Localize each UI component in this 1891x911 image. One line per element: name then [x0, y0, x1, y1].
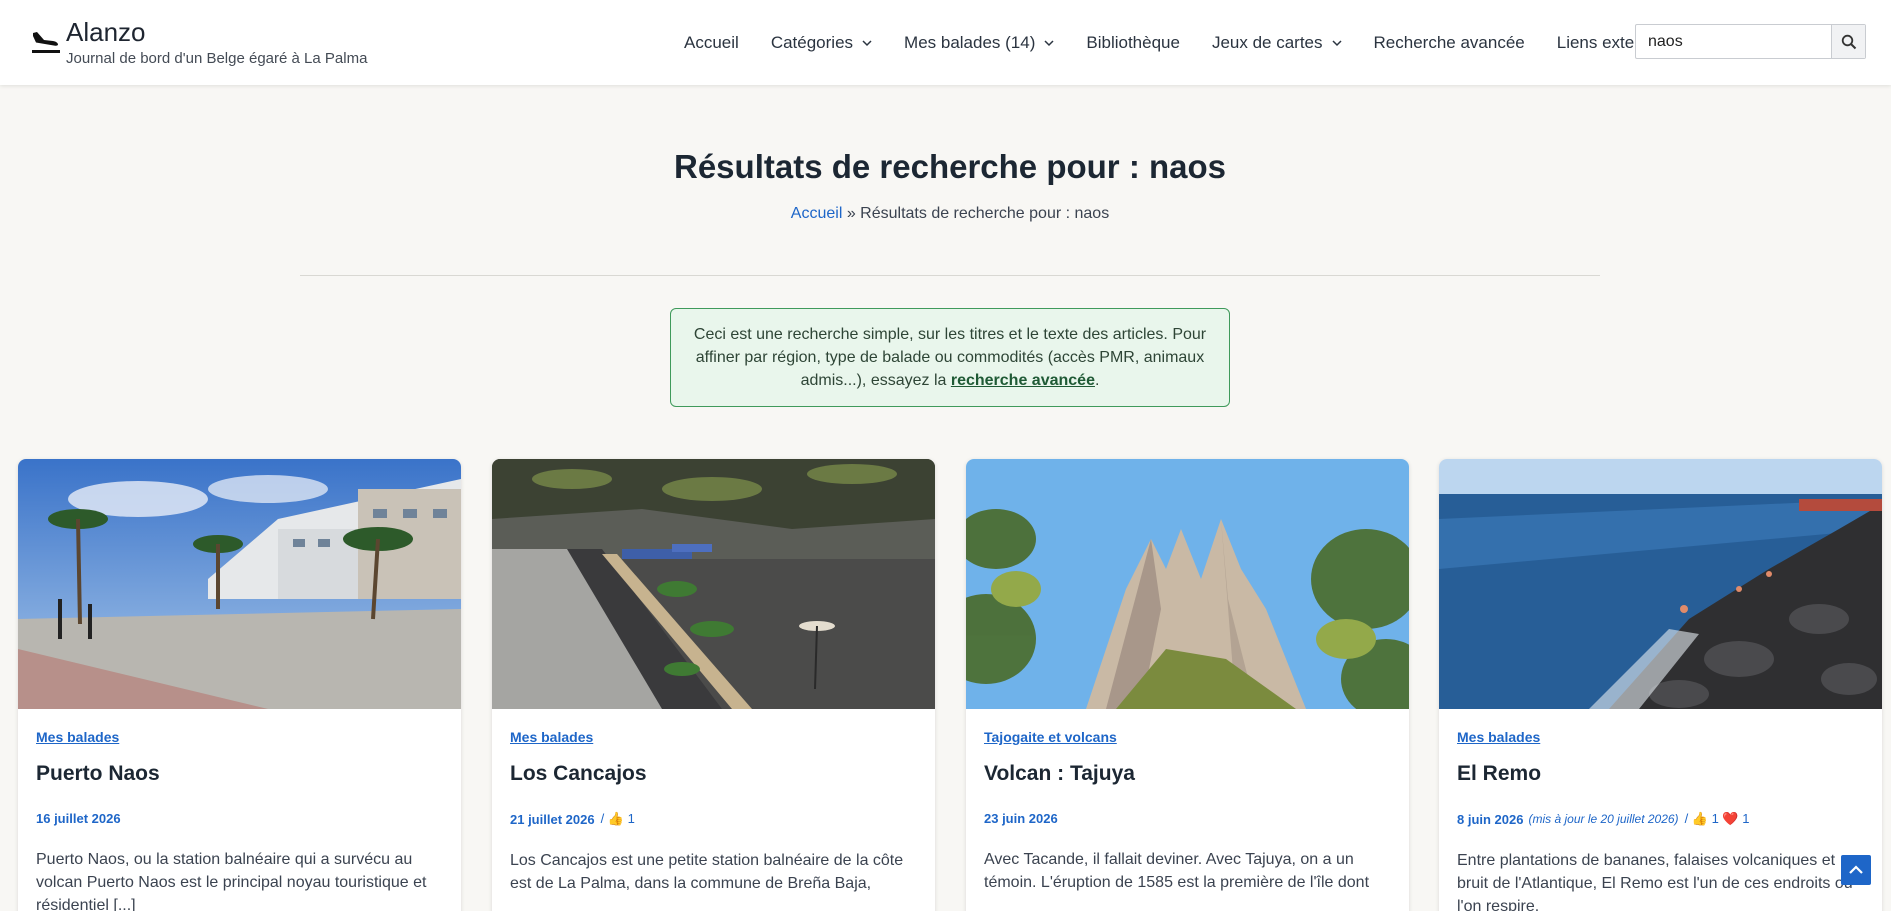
divider [300, 275, 1600, 276]
nav-item-label: Mes balades (14) [904, 32, 1036, 52]
nav-item-label: Bibliothèque [1086, 32, 1180, 52]
result-card: Mes balades Los Cancajos 21 juillet 2026… [492, 459, 935, 911]
search-notice: Ceci est une recherche simple, sur les t… [670, 308, 1230, 407]
nav-item-jeux-de-cartes[interactable]: Jeux de cartes [1212, 33, 1342, 53]
card-category-link[interactable]: Mes balades [510, 729, 917, 745]
brand: Alanzo Journal de bord d'un Belge égaré … [30, 18, 367, 67]
card-excerpt: Avec Tacande, il fallait deviner. Avec T… [984, 851, 1370, 891]
card-image[interactable] [18, 459, 461, 709]
card-category-link[interactable]: Mes balades [1457, 729, 1864, 745]
card-title-link[interactable]: Puerto Naos [36, 761, 443, 787]
card-title-link[interactable]: Volcan : Tajuya [984, 761, 1391, 787]
chevron-down-icon [1331, 39, 1342, 46]
card-title-link[interactable]: El Remo [1457, 761, 1864, 787]
card-reactions: / 👍 1 ❤️ 1 [1684, 811, 1750, 826]
card-meta: 21 juillet 2026 / 👍 1 [510, 811, 917, 827]
card-meta: 16 juillet 2026 [36, 811, 443, 826]
back-to-top-button[interactable] [1841, 855, 1871, 885]
nav-item-categories[interactable]: Catégories [771, 33, 872, 53]
card-reactions: / 👍 1 [600, 811, 635, 826]
card-excerpt: Los Cancajos est une petite station baln… [510, 852, 904, 892]
card-title-link[interactable]: Los Cancajos [510, 761, 917, 787]
card-date: 23 juin 2026 [984, 811, 1058, 826]
chevron-down-icon [862, 39, 872, 46]
chevron-up-icon [1849, 865, 1863, 874]
nav-item-accueil[interactable]: Accueil [684, 33, 739, 53]
card-image[interactable] [966, 459, 1409, 709]
main-nav: Accueil Catégories Mes balades (14) Bibl… [668, 0, 1702, 85]
nav-item-label: Catégories [770, 32, 854, 52]
nav-item-recherche-avancee[interactable]: Recherche avancée [1374, 33, 1525, 53]
site-tagline: Journal de bord d'un Belge égaré à La Pa… [66, 50, 368, 67]
chevron-down-icon [1044, 39, 1054, 46]
result-card: Mes balades El Remo 8 juin 2026 (mis à j… [1439, 459, 1882, 911]
search-button[interactable] [1831, 25, 1865, 58]
airplane-landing-icon [32, 32, 60, 53]
nav-item-label: Recherche avancée [1373, 32, 1525, 52]
card-date: 21 juillet 2026 [510, 811, 595, 827]
search-icon [1841, 34, 1856, 49]
breadcrumb-current: Résultats de recherche pour : naos [860, 205, 1110, 222]
card-meta: 23 juin 2026 [984, 811, 1391, 826]
advanced-search-link[interactable]: recherche avancée [951, 372, 1095, 389]
card-date: 16 juillet 2026 [36, 811, 121, 826]
nav-item-bibliotheque[interactable]: Bibliothèque [1086, 33, 1180, 53]
result-card: Mes balades Puerto Naos 16 juillet 2026 … [18, 459, 461, 911]
card-date: 8 juin 2026 [1457, 811, 1524, 827]
card-excerpt: Entre plantations de bananes, falaises v… [1457, 852, 1853, 911]
card-category-link[interactable]: Tajogaite et volcans [984, 729, 1391, 745]
page-title: Résultats de recherche pour : naos [674, 148, 1226, 185]
result-card: Tajogaite et volcans Volcan : Tajuya 23 … [966, 459, 1409, 911]
search-form [1635, 24, 1866, 59]
breadcrumb: Accueil » Résultats de recherche pour : … [0, 205, 1891, 223]
breadcrumb-separator: » [842, 205, 861, 222]
site-header: Alanzo Journal de bord d'un Belge égaré … [0, 0, 1891, 85]
nav-item-label: Jeux de cartes [1211, 32, 1323, 52]
card-meta: 8 juin 2026 (mis à jour le 20 juillet 20… [1457, 811, 1864, 827]
nav-item-mes-balades[interactable]: Mes balades (14) [904, 33, 1054, 53]
breadcrumb-home-link[interactable]: Accueil [791, 205, 843, 222]
nav-item-label: Accueil [684, 32, 739, 52]
card-excerpt: Puerto Naos, ou la station balnéaire qui… [36, 851, 427, 911]
card-image[interactable] [1439, 459, 1882, 709]
card-updated-date: (mis à jour le 20 juillet 2026) [1528, 812, 1679, 826]
card-image[interactable] [492, 459, 935, 709]
search-input[interactable] [1636, 25, 1831, 58]
notice-text-end: . [1094, 372, 1100, 389]
card-category-link[interactable]: Mes balades [36, 729, 443, 745]
site-title-link[interactable]: Alanzo [66, 18, 367, 46]
